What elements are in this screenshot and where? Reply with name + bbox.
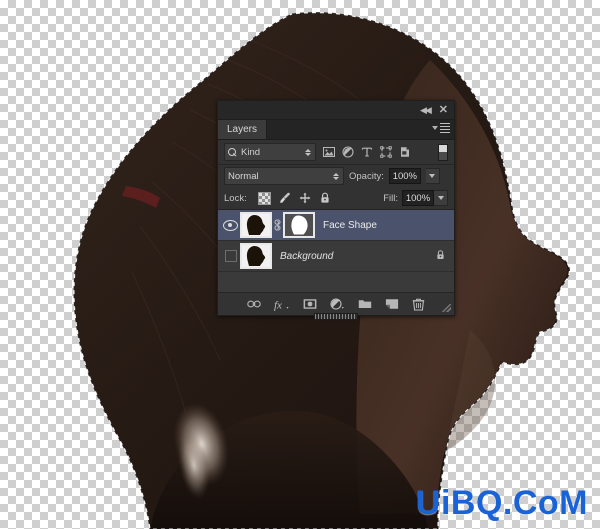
opacity-dropdown-icon[interactable] <box>425 168 440 184</box>
blend-mode-stepper-icon[interactable] <box>333 172 339 180</box>
layer-name-background[interactable]: Background <box>280 251 333 262</box>
delete-layer-icon[interactable] <box>412 298 425 311</box>
layer-visibility-toggle-background[interactable] <box>221 250 240 262</box>
collapse-panel-icon[interactable]: ◀◀ <box>420 105 432 115</box>
lock-position-icon[interactable] <box>299 192 311 204</box>
screenshot-stage: UiBQ.CoM ◀◀ ✕ Layers Kind Normal Opacity… <box>0 0 600 529</box>
hamburger-icon <box>440 123 450 134</box>
layer-row-face-shape[interactable]: Face Shape <box>218 210 454 241</box>
lock-transparent-pixels-icon[interactable] <box>257 191 271 205</box>
search-icon <box>228 147 237 157</box>
layers-panel: ◀◀ ✕ Layers Kind Normal Opacity: 100% Lo… <box>217 100 455 320</box>
new-layer-icon[interactable] <box>385 298 399 310</box>
panel-resize-grip[interactable] <box>442 304 451 312</box>
layer-thumbnail-background[interactable] <box>240 243 272 269</box>
panel-titlebar: ◀◀ ✕ <box>218 101 454 120</box>
smart-object-filter-icon[interactable] <box>399 146 411 158</box>
opacity-input[interactable]: 100% <box>388 168 421 184</box>
new-group-icon[interactable] <box>358 298 372 310</box>
layer-name-face-shape[interactable]: Face Shape <box>323 220 377 231</box>
eye-off-icon <box>224 250 237 262</box>
layer-locked-icon <box>435 249 446 264</box>
svg-text:fx: fx <box>274 299 282 311</box>
blend-mode-row: Normal Opacity: 100% <box>218 165 454 187</box>
eye-icon <box>223 219 238 231</box>
shape-layer-filter-icon[interactable] <box>380 146 392 158</box>
pixel-layer-filter-icon[interactable] <box>323 146 335 158</box>
site-watermark: UiBQ.CoM <box>415 484 588 522</box>
lock-all-icon[interactable] <box>319 192 331 204</box>
layers-list: Face Shape Background <box>218 210 454 292</box>
filter-kind-dropdown[interactable]: Kind <box>224 143 316 161</box>
menu-triangle-icon <box>432 126 438 131</box>
layer-row-background[interactable]: Background <box>218 241 454 272</box>
layers-panel-toolbar: fx <box>218 292 454 315</box>
fill-dropdown-icon[interactable] <box>434 190 448 206</box>
new-adjustment-layer-icon[interactable] <box>330 298 345 310</box>
layer-thumbnail-face-shape[interactable] <box>240 212 272 238</box>
lock-image-pixels-icon[interactable] <box>279 192 291 204</box>
layer-visibility-toggle-face-shape[interactable] <box>221 219 240 231</box>
add-layer-mask-icon[interactable] <box>303 298 317 310</box>
blend-mode-dropdown[interactable]: Normal <box>224 167 344 185</box>
layer-mask-thumbnail-face-shape[interactable] <box>283 212 315 238</box>
link-layers-icon[interactable] <box>247 298 261 310</box>
panel-tab-strip: Layers <box>218 120 454 140</box>
close-panel-icon[interactable]: ✕ <box>439 104 448 116</box>
filter-enable-toggle[interactable] <box>438 143 448 161</box>
fill-label: Fill: <box>383 192 398 204</box>
panel-bottom-grip[interactable] <box>314 313 358 320</box>
layer-style-fx-icon[interactable]: fx <box>274 298 290 311</box>
layer-filter-row: Kind <box>218 140 454 165</box>
layers-list-empty-space <box>218 272 454 292</box>
panel-menu-icon[interactable] <box>432 123 450 134</box>
tab-layers[interactable]: Layers <box>218 120 268 139</box>
type-layer-filter-icon[interactable] <box>361 146 373 158</box>
lock-label: Lock: <box>224 192 247 204</box>
lock-row: Lock: Fill: 100% <box>218 187 454 210</box>
filter-kind-label: Kind <box>241 146 261 158</box>
filter-kind-stepper-icon[interactable] <box>305 148 311 156</box>
tab-strip-filler <box>267 120 454 139</box>
fill-input[interactable]: 100% <box>402 190 434 206</box>
opacity-label: Opacity: <box>349 170 384 182</box>
blend-mode-value: Normal <box>228 170 259 182</box>
adjustment-layer-filter-icon[interactable] <box>342 146 354 158</box>
link-mask-icon[interactable] <box>272 219 283 231</box>
